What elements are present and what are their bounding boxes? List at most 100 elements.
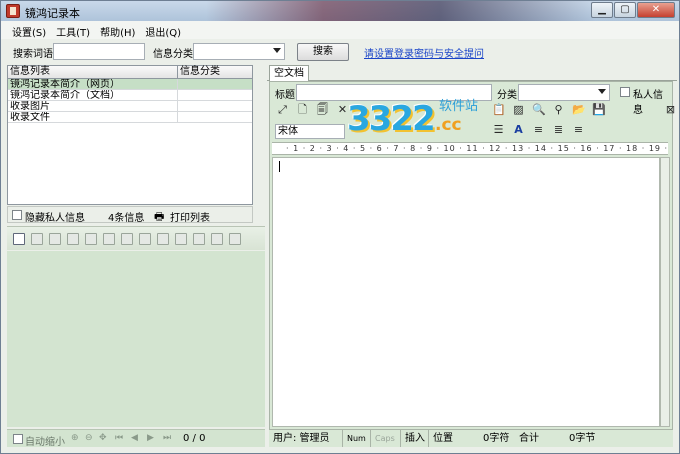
new-icon[interactable]	[13, 232, 25, 245]
doc-category-select[interactable]	[518, 84, 610, 101]
stop-icon[interactable]	[121, 232, 133, 245]
save-doc-icon[interactable]: 💾	[592, 103, 606, 116]
keyword-input[interactable]	[53, 43, 145, 60]
list-item-name: 收录文件	[8, 112, 178, 122]
watermark-text: 软件站	[439, 99, 479, 114]
page-indicator: 0 / 0	[183, 433, 206, 444]
font-color-icon[interactable]: A	[512, 123, 525, 136]
find-icon[interactable]: 🔍	[532, 103, 546, 116]
print-list-button[interactable]: 打印列表	[170, 209, 210, 224]
delete-icon[interactable]	[31, 232, 43, 245]
window-controls: ▁ ▢ ✕	[590, 2, 675, 18]
hide-private-checkbox[interactable]	[12, 210, 22, 220]
status-bar: 用户: 管理员 Num Caps 插入 位置 0字符 合计 0字节	[269, 429, 673, 447]
status-chars: 0字符	[483, 433, 510, 444]
desktop-background	[206, 1, 596, 21]
prev-page-icon[interactable]: ◀	[131, 433, 138, 443]
replace-icon[interactable]: ⚲	[552, 103, 565, 116]
list-item[interactable]: 镜鸿记录本简介（文档）	[8, 90, 252, 101]
chevron-down-icon[interactable]	[598, 89, 606, 94]
status-caps: Caps	[371, 430, 401, 447]
status-bytes: 0字节	[569, 433, 596, 444]
close-doc-icon[interactable]: ⊠	[664, 103, 677, 116]
title-label: 标题	[275, 90, 295, 101]
align-center-icon[interactable]: ≣	[552, 123, 565, 136]
doc-category-label: 分类	[497, 90, 517, 101]
site-watermark: 3322 .cc 软件站	[347, 93, 497, 147]
paste-icon[interactable]	[211, 232, 223, 245]
menu-exit[interactable]: 退出(Q)	[140, 21, 186, 39]
image-icon[interactable]: ▨	[512, 103, 525, 116]
fit-icon[interactable]: ✥	[99, 433, 107, 443]
app-window: 镜鸿记录本 ▁ ▢ ✕ 设置(S) 工具(T) 帮助(H) 退出(Q) 搜索词语…	[0, 0, 680, 454]
menu-tools[interactable]: 工具(T)	[51, 21, 95, 39]
save-icon[interactable]	[49, 232, 61, 245]
left-preview-area	[7, 251, 265, 427]
minimize-button[interactable]: ▁	[591, 2, 613, 18]
list-item-category	[178, 79, 180, 89]
editor-toolbar-left: ⤢ 🗋 🗐 ✕	[276, 103, 356, 116]
search-bar: 搜索词语 信息分类 搜索 请设置登录密码与安全提问	[1, 41, 679, 63]
first-page-icon[interactable]: ⏮	[115, 433, 123, 443]
hide-private-label: 隐藏私人信息	[25, 213, 85, 224]
auto-shrink-label: 自动缩小	[25, 437, 65, 448]
import-icon[interactable]	[175, 232, 187, 245]
attach-icon[interactable]	[193, 232, 205, 245]
set-password-link[interactable]: 请设置登录密码与安全提问	[364, 45, 484, 60]
text-caret	[279, 161, 280, 172]
column-header-name[interactable]: 信息列表	[8, 66, 178, 78]
chevron-down-icon[interactable]	[273, 48, 281, 53]
list-item-category	[178, 112, 180, 122]
menu-help[interactable]: 帮助(H)	[95, 21, 140, 39]
list-header: 信息列表 信息分类	[8, 66, 252, 79]
fullscreen-icon[interactable]: ⤢	[276, 103, 289, 116]
align-left-icon[interactable]: ≡	[532, 123, 545, 136]
editor-text-area[interactable]	[272, 157, 660, 427]
status-total-label: 合计	[519, 433, 539, 444]
menu-bar: 设置(S) 工具(T) 帮助(H) 退出(Q)	[1, 21, 679, 39]
list-item-name: 镜鸿记录本简介（网页）	[8, 79, 178, 89]
copy-icon[interactable]	[67, 232, 79, 245]
folder-icon[interactable]: 📂	[572, 103, 586, 116]
search-button[interactable]: 搜索	[297, 43, 349, 61]
app-notebook-icon	[6, 4, 20, 18]
auto-shrink-checkbox[interactable]	[13, 434, 23, 444]
category-label: 信息分类	[153, 49, 193, 60]
format-toolbar: ☰ A ≡ ≣ ≡	[492, 123, 592, 136]
status-user: 用户: 管理员	[269, 430, 343, 447]
open-doc-icon[interactable]: 🗐	[316, 103, 329, 116]
maximize-button[interactable]: ▢	[614, 2, 636, 18]
close-button[interactable]: ✕	[637, 2, 675, 18]
private-checkbox[interactable]	[620, 87, 630, 97]
list-item-category	[178, 101, 180, 111]
status-insert: 插入	[401, 430, 429, 447]
column-header-category[interactable]: 信息分类	[178, 66, 220, 78]
new-doc-icon[interactable]: 🗋	[296, 103, 309, 116]
open-folder-icon[interactable]	[139, 232, 151, 245]
printer-icon[interactable]: 🖶	[154, 208, 164, 227]
font-select[interactable]: 宋体	[275, 124, 345, 139]
vertical-scrollbar[interactable]	[660, 157, 670, 427]
move-icon[interactable]	[229, 232, 241, 245]
align-right-icon[interactable]: ≡	[572, 123, 585, 136]
zoom-in-icon[interactable]: ⊕	[71, 433, 79, 443]
print-icon[interactable]	[85, 232, 97, 245]
category-select[interactable]	[193, 43, 285, 60]
zoom-out-icon[interactable]: ⊖	[85, 433, 93, 443]
list-item[interactable]: 镜鸿记录本简介（网页）	[8, 79, 252, 90]
watermark-number: 3322	[347, 99, 436, 139]
info-list: 信息列表 信息分类 镜鸿记录本简介（网页） 镜鸿记录本简介（文档） 收录图片 收…	[7, 65, 253, 205]
window-title: 镜鸿记录本	[25, 7, 80, 20]
last-page-icon[interactable]: ⏭	[163, 433, 171, 443]
export-icon[interactable]	[157, 232, 169, 245]
watermark-domain: .cc	[435, 115, 462, 135]
list-item[interactable]: 收录文件	[8, 112, 252, 123]
list-item-name: 收录图片	[8, 101, 178, 111]
menu-settings[interactable]: 设置(S)	[7, 21, 51, 39]
list-item[interactable]: 收录图片	[8, 101, 252, 112]
refresh-icon[interactable]	[103, 232, 115, 245]
next-page-icon[interactable]: ▶	[147, 433, 154, 443]
tab-empty-document[interactable]: 空文档	[269, 65, 309, 81]
record-count: 4条信息	[108, 213, 145, 224]
document-tabs: 空文档	[267, 65, 677, 81]
